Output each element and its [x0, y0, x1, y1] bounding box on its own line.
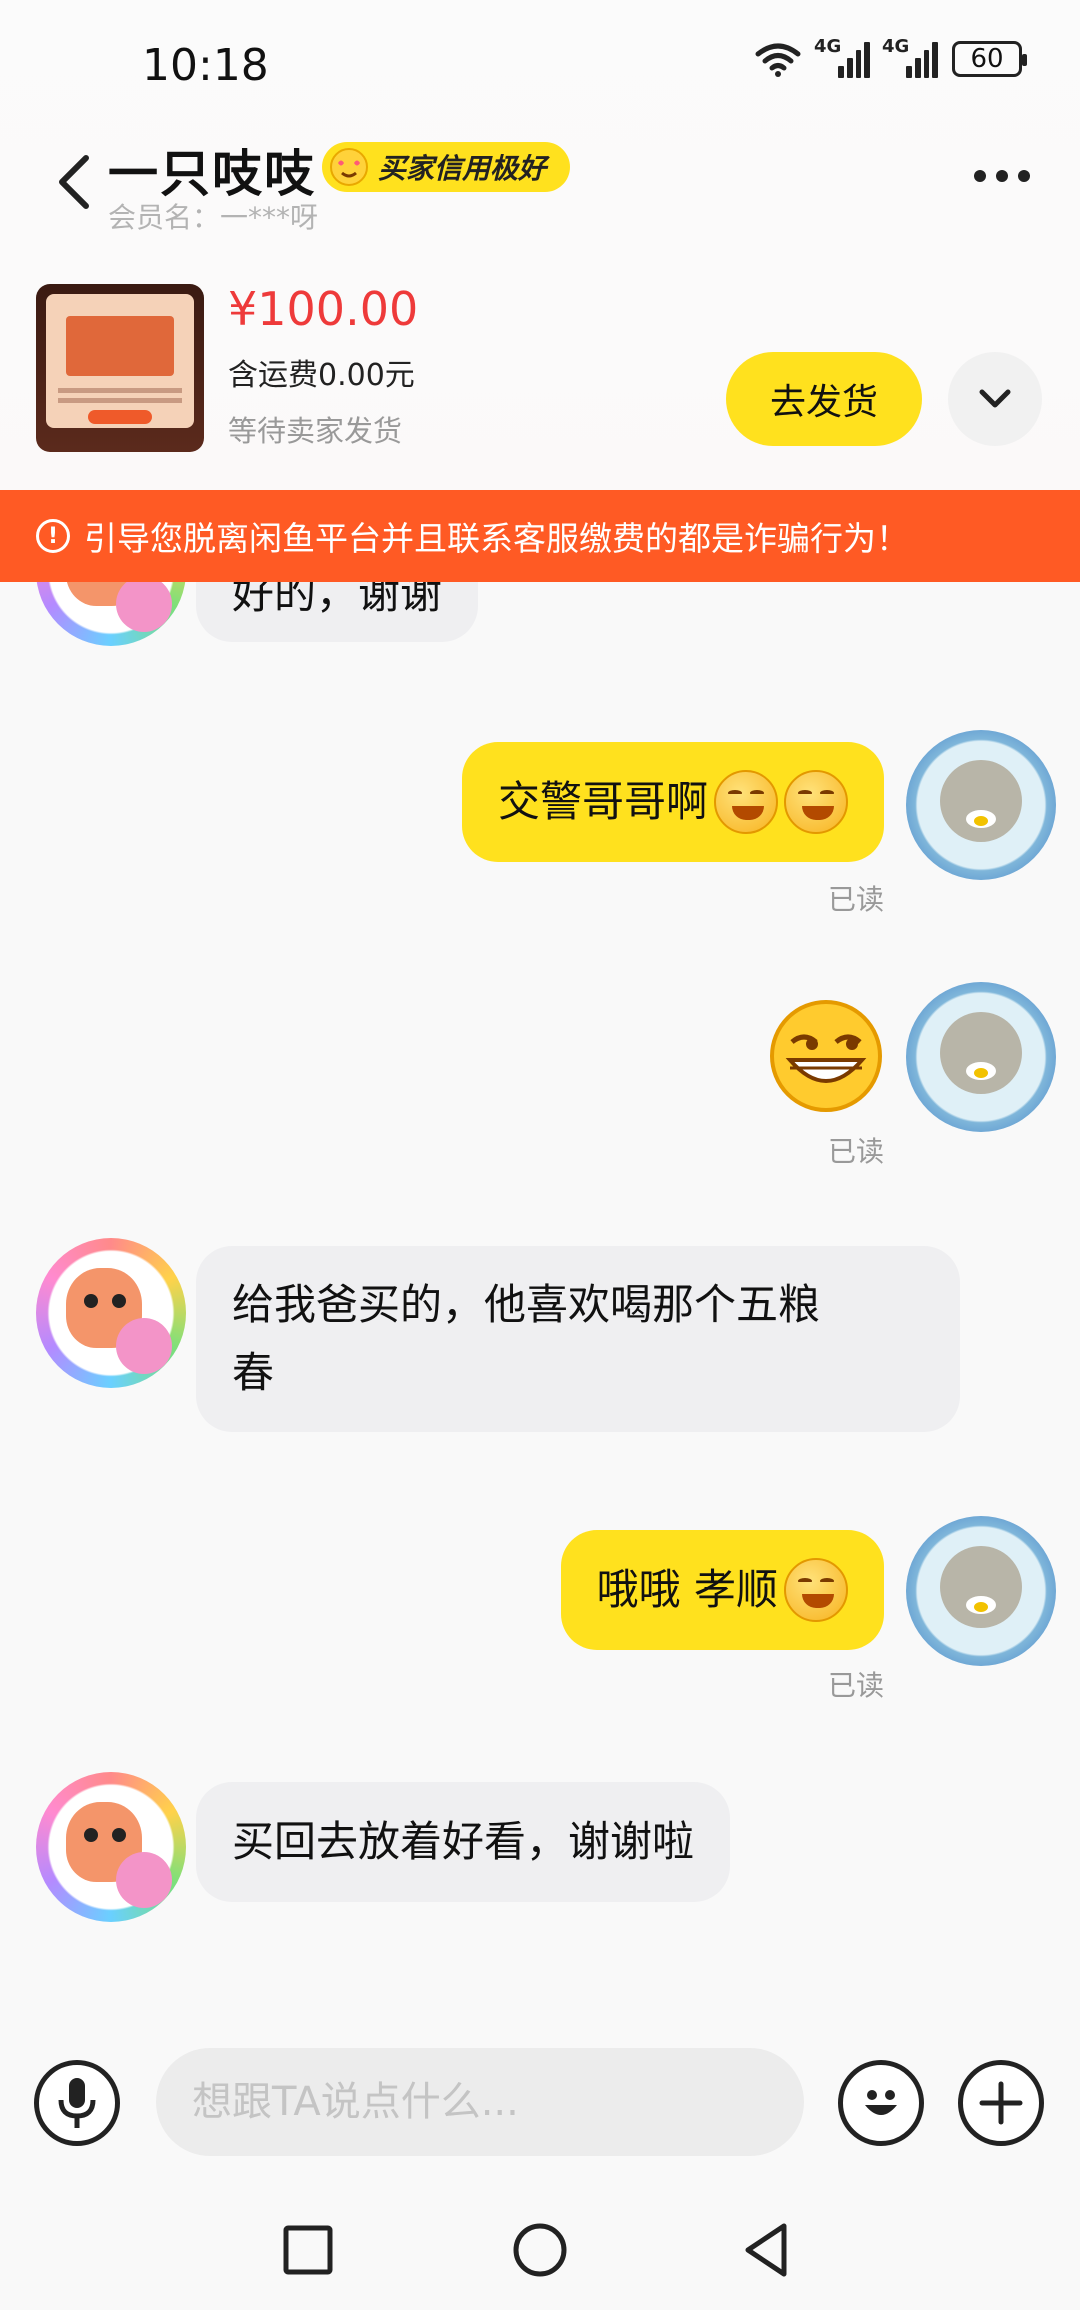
my-avatar[interactable] [906, 982, 1056, 1132]
message-text: 交警哥哥啊 [497, 777, 708, 826]
laughing-emoji-icon [784, 1558, 848, 1622]
status-time: 10:18 [142, 40, 269, 91]
warning-icon: ! [36, 519, 70, 553]
heart-eyes-icon [330, 148, 368, 186]
laughing-emoji-icon [714, 770, 778, 834]
message-text-line-2: 春 [232, 1348, 275, 1397]
grin-emoji-icon [770, 1000, 882, 1112]
voice-input-button[interactable] [34, 2060, 120, 2146]
plus-icon [979, 2081, 1023, 2125]
message-text: 好的，谢谢 [232, 582, 443, 618]
message-bubble-incoming[interactable]: 给我爸买的，他喜欢喝那个五粮 春 [196, 1246, 960, 1432]
battery-level: 60 [970, 44, 1004, 74]
ship-button[interactable]: 去发货 [726, 352, 922, 446]
network-type-2: 4G [882, 36, 910, 57]
my-avatar[interactable] [906, 1516, 1056, 1666]
emoji-button[interactable] [838, 2060, 924, 2146]
microphone-icon [58, 2078, 96, 2128]
message-bubble-incoming[interactable]: 好的，谢谢 [196, 582, 479, 642]
fraud-warning-banner: ! 引导您脱离闲鱼平台并且联系客服缴费的都是诈骗行为！ [0, 490, 1080, 582]
message-input-bar [0, 2024, 1080, 2194]
grin-emoji-sticker[interactable] [768, 998, 884, 1114]
emoji-icon [865, 2090, 897, 2115]
cellular-signal-icon-2: 4G [882, 36, 938, 78]
message-bubble-outgoing[interactable]: 交警哥哥啊 [461, 742, 884, 862]
back-icon[interactable] [52, 152, 96, 212]
message-text: 哦哦 孝顺 [596, 1565, 778, 1614]
message-bubble-incoming[interactable]: 买回去放着好看，谢谢啦 [196, 1782, 731, 1902]
read-receipt: 已读 [827, 1669, 884, 1702]
chat-messages[interactable]: 好的，谢谢 交警哥哥啊 已读 已读 给我爸买的，他喜欢喝那个五粮 春 哦哦 孝顺… [0, 582, 1080, 2024]
back-nav-icon[interactable] [736, 2218, 800, 2282]
member-label: 会员名： [108, 201, 221, 234]
message-input[interactable] [156, 2048, 804, 2156]
battery-icon: 60 [952, 41, 1027, 77]
member-name-line: 会员名：一***呀 [108, 196, 318, 236]
order-price: ¥100.00 [228, 282, 419, 336]
status-icons: 4G 4G 60 [754, 36, 1027, 78]
seller-avatar[interactable] [36, 1238, 186, 1388]
read-receipt: 已读 [827, 883, 884, 916]
seller-avatar[interactable] [36, 1772, 186, 1922]
system-navigation-bar [0, 2194, 1080, 2310]
expand-order-button[interactable] [948, 352, 1042, 446]
message-text: 买回去放着好看，谢谢啦 [232, 1817, 695, 1866]
seller-avatar[interactable] [36, 582, 186, 646]
recent-apps-icon[interactable] [276, 2218, 340, 2282]
message-bubble-outgoing[interactable]: 哦哦 孝顺 [560, 1530, 884, 1650]
shipping-fee: 含运费0.00元 [228, 358, 415, 393]
member-name: 一***呀 [220, 201, 319, 234]
credit-badge-label: 买家信用极好 [378, 152, 547, 185]
read-receipt: 已读 [827, 1135, 884, 1168]
my-avatar[interactable] [906, 730, 1056, 880]
fraud-warning-text: 引导您脱离闲鱼平台并且联系客服缴费的都是诈骗行为！ [84, 519, 909, 558]
order-status: 等待卖家发货 [228, 414, 403, 448]
more-actions-button[interactable] [958, 2060, 1044, 2146]
home-icon[interactable] [508, 2218, 572, 2282]
network-type-1: 4G [814, 36, 842, 57]
message-text: 给我爸买的，他喜欢喝那个五粮 [232, 1280, 821, 1329]
product-thumbnail[interactable] [36, 284, 204, 452]
wifi-icon [755, 43, 801, 77]
cellular-signal-icon: 4G [814, 36, 870, 78]
more-menu-icon[interactable] [974, 170, 1030, 182]
chevron-down-icon [979, 389, 1011, 408]
credit-badge: 买家信用极好 [322, 142, 571, 192]
smile-emoji-icon [784, 770, 848, 834]
